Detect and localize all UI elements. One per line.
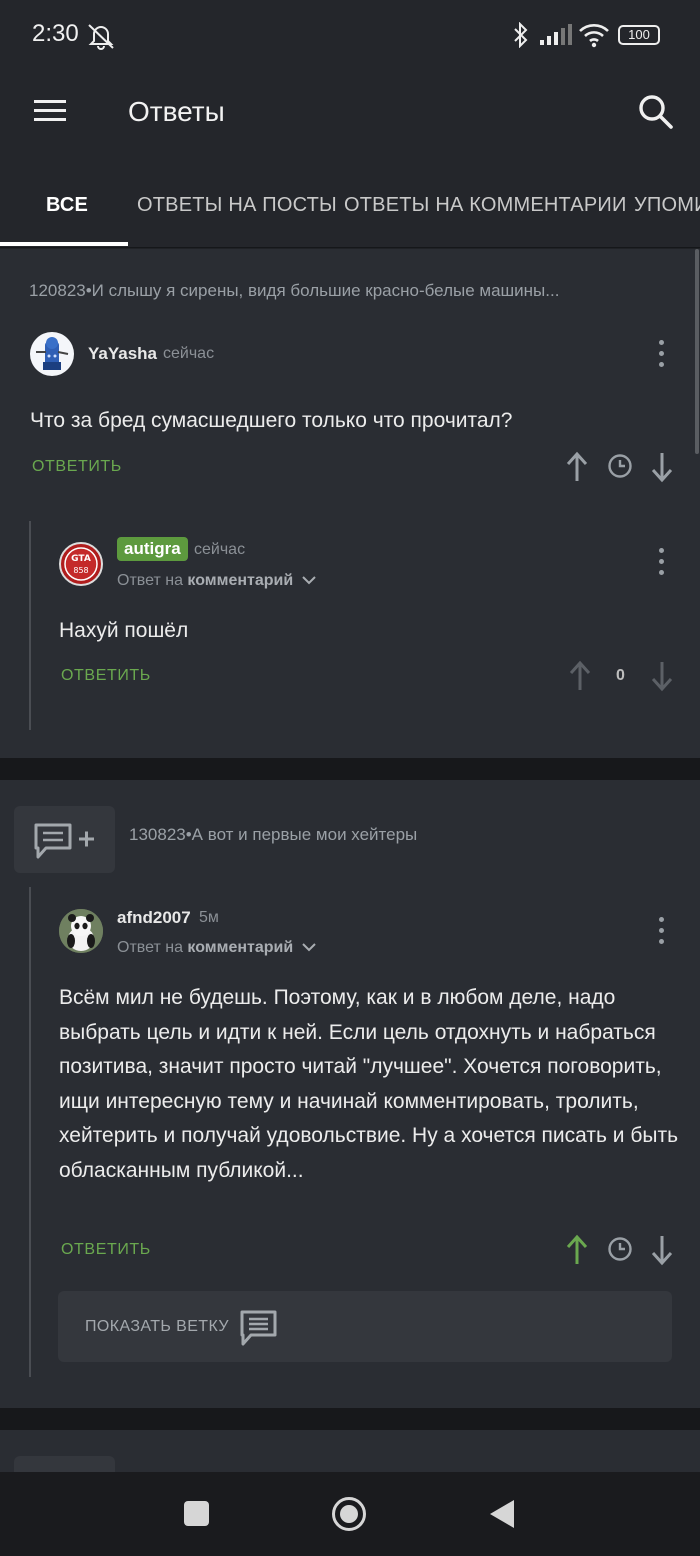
show-thread-button[interactable]: ПОКАЗАТЬ ВЕТКУ bbox=[58, 1291, 672, 1362]
upvote-icon[interactable] bbox=[565, 1234, 589, 1266]
avatar[interactable] bbox=[30, 332, 74, 376]
comment-author[interactable]: YaYasha bbox=[88, 344, 157, 364]
battery-level: 100 bbox=[628, 27, 650, 42]
reply-button[interactable]: ОТВЕТИТЬ bbox=[32, 458, 122, 476]
scrollbar-thumb[interactable] bbox=[695, 249, 699, 454]
reply-time: 5м bbox=[199, 909, 219, 926]
hamburger-menu-icon[interactable] bbox=[34, 98, 66, 124]
tab-post-replies[interactable]: ОТВЕТЫ НА ПОСТЫ bbox=[137, 194, 337, 217]
downvote-icon[interactable] bbox=[650, 660, 674, 692]
downvote-icon[interactable] bbox=[650, 451, 674, 483]
back-triangle-icon[interactable] bbox=[488, 1498, 516, 1530]
comment-icon bbox=[240, 1310, 277, 1346]
status-bar: 2:30 100 bbox=[0, 0, 700, 70]
reply-to-prefix: Ответ на bbox=[117, 939, 183, 956]
system-nav-bar bbox=[0, 1472, 700, 1556]
comment-text: Всём мил не будешь. Поэтому, как и в люб… bbox=[59, 986, 679, 1182]
tab-active-indicator bbox=[0, 242, 128, 246]
upvote-icon[interactable] bbox=[565, 451, 589, 483]
rating-count: 0 bbox=[616, 667, 625, 684]
chevron-down-icon bbox=[301, 576, 316, 585]
comment-text: Что за бред сумасшедшего только что проч… bbox=[30, 409, 513, 432]
more-options-icon[interactable] bbox=[659, 340, 665, 373]
more-options-icon[interactable] bbox=[659, 548, 665, 581]
status-time: 2:30 bbox=[32, 20, 79, 47]
app-bar: Ответы bbox=[0, 70, 700, 156]
reply-to-link[interactable]: Ответ на комментарий bbox=[117, 939, 316, 957]
downvote-icon[interactable] bbox=[650, 1234, 674, 1266]
reply-button[interactable]: ОТВЕТИТЬ bbox=[61, 1241, 151, 1259]
avatar[interactable] bbox=[59, 909, 103, 953]
comment-text: Нахуй пошёл bbox=[59, 619, 189, 642]
post-title[interactable]: 130823•А вот и первые мои хейтеры bbox=[129, 825, 417, 845]
reply-to-target: комментарий bbox=[187, 939, 294, 956]
thread-line bbox=[29, 887, 31, 1377]
clock-icon[interactable] bbox=[607, 453, 633, 479]
tab-mentions[interactable]: УПОМИ bbox=[634, 194, 700, 217]
avatar[interactable]: GTA 858 bbox=[59, 542, 103, 586]
wifi-icon bbox=[579, 24, 609, 48]
comment-time: сейчас bbox=[163, 345, 215, 362]
author-badge[interactable]: autigra bbox=[117, 537, 188, 561]
tab-comment-replies[interactable]: ОТВЕТЫ НА КОММЕНТАРИИ bbox=[344, 194, 627, 217]
page-title: Ответы bbox=[128, 96, 225, 127]
reply-to-target: комментарий bbox=[187, 572, 294, 589]
show-thread-label: ПОКАЗАТЬ ВЕТКУ bbox=[85, 1318, 229, 1335]
card-divider bbox=[0, 1408, 700, 1430]
post-thumbnail[interactable] bbox=[14, 1456, 115, 1472]
tab-all[interactable]: ВСЕ bbox=[46, 194, 88, 217]
reply-time: сейчас bbox=[194, 541, 246, 558]
bluetooth-icon bbox=[514, 22, 528, 48]
upvote-icon[interactable] bbox=[568, 660, 592, 692]
post-title[interactable]: 120823•И слышу я сирены, видя большие кр… bbox=[29, 281, 559, 301]
home-circle-icon[interactable] bbox=[331, 1496, 367, 1532]
comment-author[interactable]: afnd2007 bbox=[117, 908, 191, 928]
thread-line bbox=[29, 521, 31, 730]
search-icon[interactable] bbox=[638, 94, 674, 130]
signal-icon bbox=[540, 24, 572, 45]
tab-bar: ВСЕ ОТВЕТЫ НА ПОСТЫ ОТВЕТЫ НА КОММЕНТАРИ… bbox=[0, 156, 700, 248]
card-divider bbox=[0, 758, 700, 780]
reply-to-link[interactable]: Ответ на комментарий bbox=[117, 572, 316, 590]
svg-text:GTA: GTA bbox=[71, 554, 91, 564]
more-options-icon[interactable] bbox=[659, 917, 665, 950]
battery-icon: 100 bbox=[618, 25, 660, 45]
comment-add-icon bbox=[34, 823, 94, 859]
clock-icon[interactable] bbox=[607, 1236, 633, 1262]
recents-square-icon[interactable] bbox=[184, 1501, 209, 1526]
reply-button[interactable]: ОТВЕТИТЬ bbox=[61, 667, 151, 685]
alarm-off-icon bbox=[88, 24, 114, 50]
chevron-down-icon bbox=[301, 943, 316, 952]
post-thumbnail[interactable] bbox=[14, 806, 115, 873]
svg-text:858: 858 bbox=[73, 566, 88, 575]
reply-to-prefix: Ответ на bbox=[117, 572, 183, 589]
